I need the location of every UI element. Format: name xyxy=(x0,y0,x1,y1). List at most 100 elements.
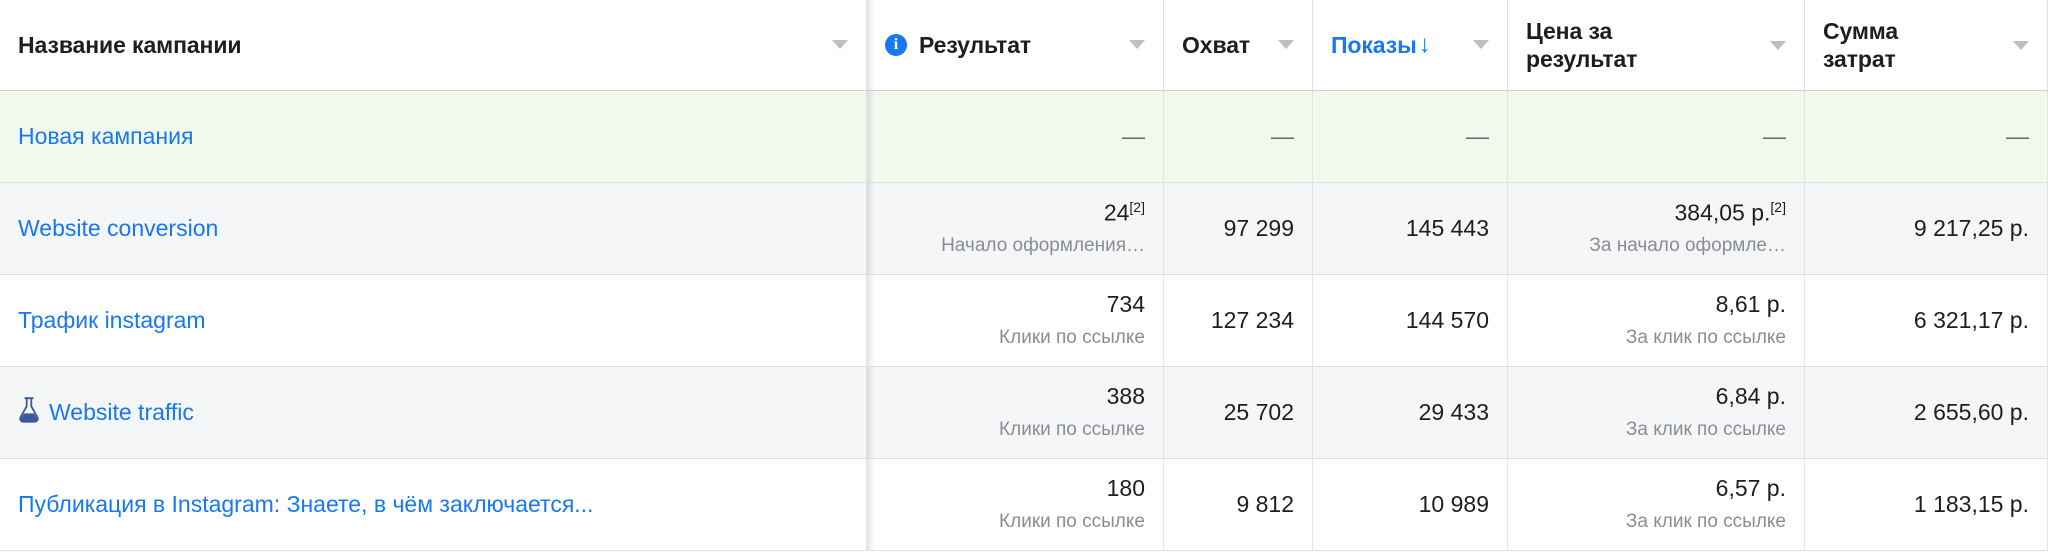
cost-per-result-footnote: [2] xyxy=(1770,198,1786,215)
column-header-label: Охват xyxy=(1182,31,1251,58)
reach-value: 25 702 xyxy=(1223,398,1294,425)
chevron-down-icon[interactable] xyxy=(1770,40,1786,50)
cell-result: 734 Клики по ссылке xyxy=(867,275,1164,366)
info-icon[interactable]: i xyxy=(885,33,907,56)
impressions-value: 144 570 xyxy=(1405,306,1489,333)
column-header-label: Название кампании xyxy=(18,31,242,58)
cell-impressions: 10 989 xyxy=(1313,459,1508,550)
campaign-name-link[interactable]: Website traffic xyxy=(49,398,194,427)
result-footnote: [2] xyxy=(1129,198,1145,215)
chevron-down-icon[interactable] xyxy=(2013,40,2029,50)
impressions-value: 29 433 xyxy=(1418,398,1489,425)
cell-result: 388 Клики по ссылке xyxy=(867,367,1164,458)
amount-spent-value: — xyxy=(2006,122,2029,149)
cell-cost-per-result: — xyxy=(1508,91,1805,182)
result-value: 388 xyxy=(1106,383,1145,410)
column-header-cost-per-result[interactable]: Цена за результат xyxy=(1508,0,1805,90)
chevron-down-icon[interactable] xyxy=(1473,40,1489,50)
cell-reach: 25 702 xyxy=(1164,367,1313,458)
cell-campaign-name[interactable]: Новая кампания xyxy=(0,91,867,182)
column-header-impressions[interactable]: Показы ↓ xyxy=(1313,0,1508,90)
cell-amount-spent: — xyxy=(1805,91,2048,182)
campaign-name-link[interactable]: Публикация в Instagram: Знаете, в чём за… xyxy=(18,490,593,519)
amount-spent-value: 6 321,17 р. xyxy=(1913,306,2029,333)
cost-per-result-value: 8,61 р. xyxy=(1715,291,1786,318)
cell-reach: 127 234 xyxy=(1164,275,1313,366)
table-row[interactable]: Website traffic 388 Клики по ссылке 25 7… xyxy=(0,367,2048,459)
cell-cost-per-result: 384,05 р.[2] За начало оформле… xyxy=(1508,183,1805,274)
reach-value: 97 299 xyxy=(1223,214,1294,241)
chevron-down-icon[interactable] xyxy=(832,40,848,50)
frozen-column-shadow xyxy=(867,91,874,182)
frozen-column-shadow xyxy=(867,275,874,366)
result-subtitle: Клики по ссылке xyxy=(999,510,1145,532)
reach-value: — xyxy=(1271,122,1294,149)
cost-per-result-value: 6,84 р. xyxy=(1715,383,1786,410)
amount-spent-value: 1 183,15 р. xyxy=(1913,490,2029,517)
cell-cost-per-result: 6,84 р. За клик по ссылке xyxy=(1508,367,1805,458)
result-subtitle: Клики по ссылке xyxy=(999,326,1145,348)
column-header-label: Сумма затрат xyxy=(1823,17,1899,72)
cell-amount-spent: 6 321,17 р. xyxy=(1805,275,2048,366)
chevron-down-icon[interactable] xyxy=(1129,40,1145,50)
reach-value: 127 234 xyxy=(1210,306,1294,333)
cell-result: — xyxy=(867,91,1164,182)
column-header-amount-spent[interactable]: Сумма затрат xyxy=(1805,0,2048,90)
impressions-value: — xyxy=(1466,122,1489,149)
cell-campaign-name[interactable]: Публикация в Instagram: Знаете, в чём за… xyxy=(0,459,867,550)
impressions-value: 145 443 xyxy=(1405,214,1489,241)
campaigns-table: Название кампании i Результат Охват Пока… xyxy=(0,0,2048,553)
cell-impressions: 144 570 xyxy=(1313,275,1508,366)
frozen-column-shadow xyxy=(867,0,874,90)
column-header-label: Показы xyxy=(1331,31,1417,58)
cost-per-result-subtitle: За клик по ссылке xyxy=(1625,510,1786,532)
table-row[interactable]: Трафик instagram 734 Клики по ссылке 127… xyxy=(0,275,2048,367)
amount-spent-value: 2 655,60 р. xyxy=(1913,398,2029,425)
cost-per-result-value: — xyxy=(1763,122,1786,149)
cell-result: 180 Клики по ссылке xyxy=(867,459,1164,550)
cell-impressions: — xyxy=(1313,91,1508,182)
campaign-name-link[interactable]: Трафик instagram xyxy=(18,306,206,335)
result-subtitle: Начало оформления… xyxy=(941,235,1145,257)
cell-amount-spent: 1 183,15 р. xyxy=(1805,459,2048,550)
cell-reach: 9 812 xyxy=(1164,459,1313,550)
chevron-down-icon[interactable] xyxy=(1278,40,1294,50)
campaign-name-link[interactable]: Новая кампания xyxy=(18,122,193,151)
cell-impressions: 145 443 xyxy=(1313,183,1508,274)
result-value: 180 xyxy=(1106,475,1145,502)
cell-result: 24[2] Начало оформления… xyxy=(867,183,1164,274)
column-header-label: Результат xyxy=(919,31,1032,58)
cell-cost-per-result: 8,61 р. За клик по ссылке xyxy=(1508,275,1805,366)
cell-campaign-name[interactable]: Website traffic xyxy=(0,367,867,458)
table-row[interactable]: Публикация в Instagram: Знаете, в чём за… xyxy=(0,459,2048,551)
impressions-value: 10 989 xyxy=(1418,490,1489,517)
result-subtitle: Клики по ссылке xyxy=(999,418,1145,440)
cell-reach: — xyxy=(1164,91,1313,182)
cost-per-result-subtitle: За начало оформле… xyxy=(1589,235,1786,257)
amount-spent-value: 9 217,25 р. xyxy=(1913,214,2029,241)
cost-per-result-value: 384,05 р.[2] xyxy=(1674,198,1787,226)
result-value: — xyxy=(1122,122,1145,149)
column-header-campaign-name[interactable]: Название кампании xyxy=(0,0,867,90)
cell-impressions: 29 433 xyxy=(1313,367,1508,458)
cell-cost-per-result: 6,57 р. За клик по ссылке xyxy=(1508,459,1805,550)
table-header-row: Название кампании i Результат Охват Пока… xyxy=(0,0,2048,91)
result-value: 734 xyxy=(1106,291,1145,318)
result-value: 24[2] xyxy=(1103,198,1145,226)
cell-amount-spent: 9 217,25 р. xyxy=(1805,183,2048,274)
cost-per-result-value: 6,57 р. xyxy=(1715,475,1786,502)
table-row[interactable]: Website conversion 24[2] Начало оформлен… xyxy=(0,183,2048,275)
flask-icon xyxy=(18,397,40,428)
cost-per-result-subtitle: За клик по ссылке xyxy=(1625,326,1786,348)
sort-descending-icon[interactable]: ↓ xyxy=(1419,32,1431,57)
frozen-column-shadow xyxy=(867,367,874,458)
frozen-column-shadow xyxy=(867,459,874,550)
column-header-reach[interactable]: Охват xyxy=(1164,0,1313,90)
column-header-result[interactable]: i Результат xyxy=(867,0,1164,90)
cell-campaign-name[interactable]: Website conversion xyxy=(0,183,867,274)
table-row[interactable]: Новая кампания — — — — — xyxy=(0,91,2048,183)
campaign-name-link[interactable]: Website conversion xyxy=(18,214,218,243)
cell-amount-spent: 2 655,60 р. xyxy=(1805,367,2048,458)
column-header-label: Цена за результат xyxy=(1526,17,1638,72)
cell-campaign-name[interactable]: Трафик instagram xyxy=(0,275,867,366)
